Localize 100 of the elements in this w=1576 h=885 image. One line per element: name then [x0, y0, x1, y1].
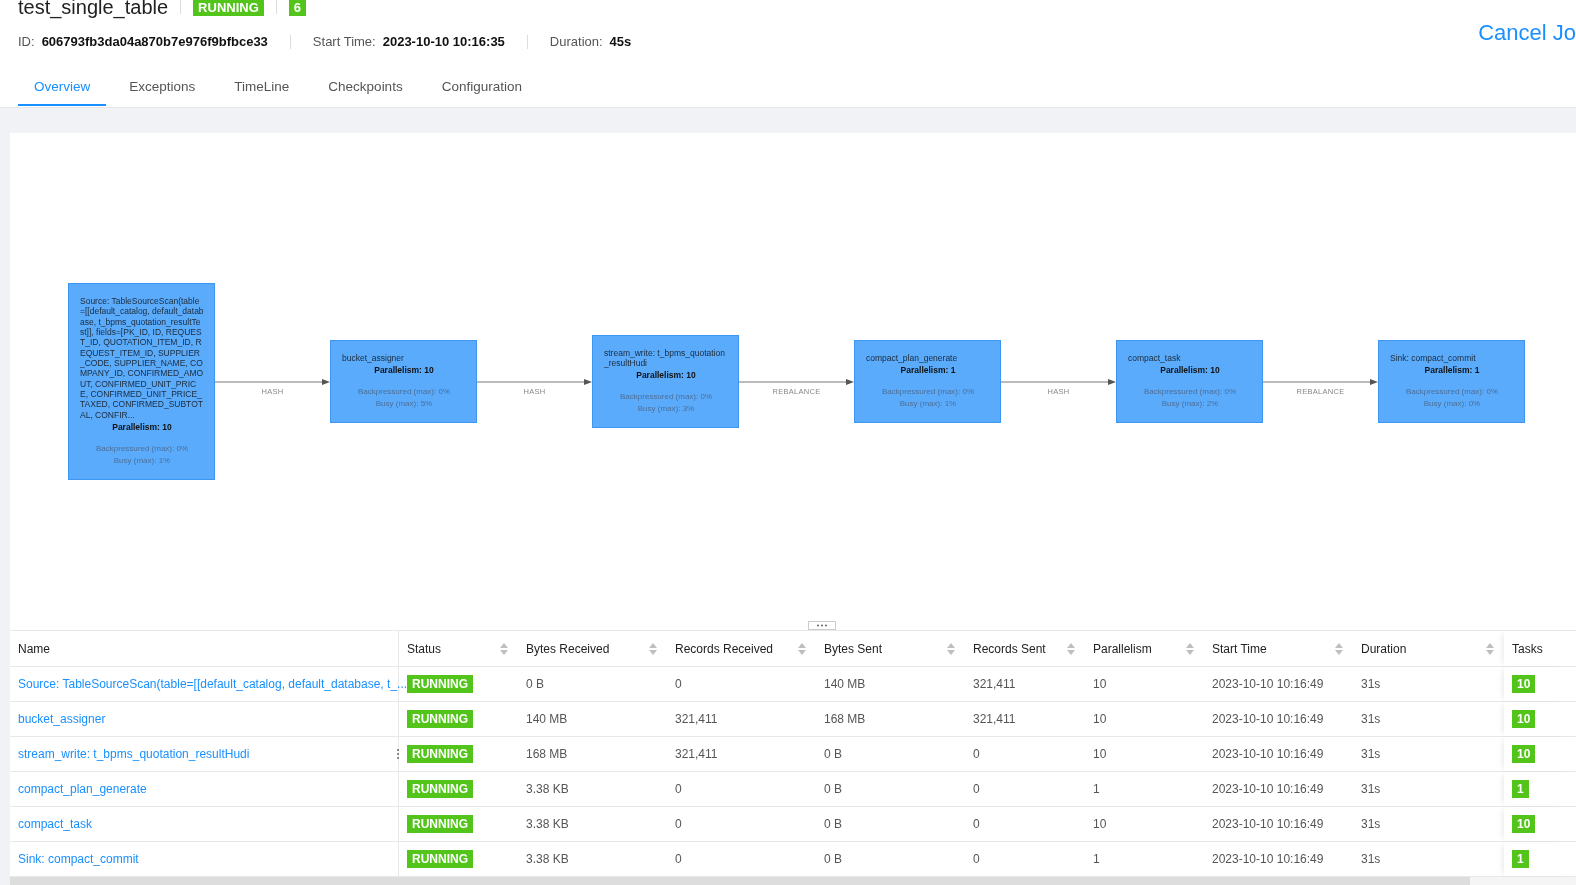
table-cell: 0 B [824, 782, 842, 796]
table-cell: 0 B [824, 747, 842, 761]
operator-node[interactable] [68, 282, 215, 481]
sort-icon[interactable] [649, 641, 657, 656]
node-busy: Busy (max): 3% [636, 404, 696, 414]
table-cell: 0 [675, 852, 682, 866]
node-busy: Busy (max): 1% [898, 399, 958, 409]
node-parallelism: Parallelism: 10 [373, 365, 435, 376]
task-count-badge: 10 [1512, 710, 1536, 728]
sort-icon[interactable] [1486, 641, 1494, 656]
table-cell: 0 B [824, 852, 842, 866]
column-header[interactable]: Records Received [667, 631, 816, 666]
table-cell: 2023-10-10 10:16:49 [1212, 747, 1324, 761]
table-cell: 321,411 [675, 747, 718, 761]
task-count-badge: 1 [1512, 850, 1529, 868]
node-backpressured: Backpressured (max): 0% [1405, 387, 1499, 397]
status-badge: RUNNING [407, 675, 473, 693]
node-backpressured: Backpressured (max): 0% [95, 444, 189, 454]
sort-icon[interactable] [1186, 641, 1194, 656]
scrollbar-thumb[interactable] [10, 877, 1470, 885]
table-cell: 1 [1093, 782, 1100, 796]
table-cell: 0 [973, 747, 980, 761]
start-time: 2023-10-10 10:16:35 [382, 34, 505, 49]
table-cell: 3.38 KB [526, 782, 569, 796]
table-cell: 31s [1361, 782, 1381, 796]
status-badge: RUNNING [407, 815, 473, 833]
column-resize-icon[interactable] [396, 747, 400, 761]
table-cell: 168 MB [824, 712, 866, 726]
task-count-badge: 10 [1512, 815, 1536, 833]
node-backpressured: Backpressured (max): 0% [619, 392, 713, 402]
table-cell: 0 [675, 817, 682, 831]
table-cell: 0 [973, 782, 980, 796]
duration: 45s [609, 34, 632, 49]
node-busy: Busy (max): 5% [374, 399, 434, 409]
column-header: Tasks [1504, 631, 1568, 666]
column-header[interactable]: Duration [1353, 631, 1504, 666]
column-header[interactable]: Status [399, 631, 518, 666]
table-cell: 10 [1093, 712, 1107, 726]
table-cell: 321,411 [973, 712, 1016, 726]
operator-node[interactable]: Sink: compact_commit Parallelism: 1 Backpressured (max): 0% Busy (max): 0% [1378, 339, 1525, 424]
operator-node[interactable]: compact_task Parallelism: 10 Backpressured (max): 0% Busy (max): 2% [1116, 339, 1263, 424]
table-cell: 3.38 KB [526, 817, 569, 831]
table-cell: 3.38 KB [526, 852, 569, 866]
status-badge: RUNNING [407, 710, 473, 728]
status-badge: RUNNING [407, 850, 473, 868]
table-cell: 140 MB [824, 677, 866, 691]
table-cell: 0 B [526, 677, 544, 691]
node-parallelism: Parallelism: 10 [635, 370, 697, 381]
node-name: Sink: compact_commit [1390, 352, 1477, 364]
table-cell: 168 MB [526, 747, 568, 761]
table-cell: 10 [1093, 677, 1107, 691]
column-header[interactable]: Start Time [1204, 631, 1353, 666]
sort-icon[interactable] [1067, 641, 1075, 656]
table-cell: 0 [675, 677, 682, 691]
column-header[interactable]: Bytes Sent [816, 631, 965, 666]
resize-handle-icon[interactable] [808, 621, 836, 630]
table-cell: 0 [973, 817, 980, 831]
node-name: compact_task [1128, 352, 1182, 364]
table-cell: 31s [1361, 817, 1381, 831]
node-parallelism: Parallelism: 1 [899, 365, 957, 376]
table-cell: 321,411 [973, 677, 1016, 691]
status-badge: RUNNING [193, 0, 264, 16]
task-count-badge: 10 [1512, 745, 1536, 763]
table-cell: 10 [1093, 817, 1107, 831]
column-header[interactable]: Records Sent [965, 631, 1085, 666]
tab[interactable]: TimeLine [218, 70, 306, 106]
column-header[interactable]: Bytes Received [518, 631, 667, 666]
tab[interactable]: Configuration [425, 70, 538, 106]
tab[interactable]: Exceptions [113, 70, 212, 106]
table-cell: 2023-10-10 10:16:49 [1212, 677, 1324, 691]
table-cell: 10 [1093, 747, 1107, 761]
table-cell: 140 MB [526, 712, 568, 726]
start-time-label: Start Time: [312, 34, 376, 49]
task-count-badge: 10 [1512, 675, 1536, 693]
column-header[interactable]: Parallelism [1085, 631, 1204, 666]
node-name: stream_write: t_bpms_quotation_resultHudi [604, 347, 726, 369]
table-cell: 2023-10-10 10:16:49 [1212, 712, 1324, 726]
operator-node[interactable]: bucket_assigner Parallelism: 10 Backpressured (max): 0% Busy (max): 5% [330, 339, 477, 424]
column-header: Name [10, 631, 399, 666]
node-name: bucket_assigner [342, 352, 405, 364]
task-count-badge: 1 [1512, 780, 1529, 798]
table-cell: 31s [1361, 712, 1381, 726]
table-cell: 2023-10-10 10:16:49 [1212, 852, 1324, 866]
operator-node[interactable]: compact_plan_generate Parallelism: 1 Backpressured (max): 0% Busy (max): 1% [854, 339, 1001, 424]
tab[interactable]: Checkpoints [312, 70, 419, 106]
node-parallelism: Parallelism: 10 [111, 422, 173, 433]
status-badge: RUNNING [407, 745, 473, 763]
table-cell: 31s [1361, 677, 1381, 691]
operator-node[interactable]: stream_write: t_bpms_quotation_resultHudi Parallelism: 10 Backpressured (max): 0% Busy (max): 3% [592, 334, 739, 429]
sort-icon[interactable] [947, 641, 955, 656]
table-cell: 0 [675, 782, 682, 796]
node-parallelism: Parallelism: 1 [1423, 365, 1481, 376]
table-cell: 2023-10-10 10:16:49 [1212, 817, 1324, 831]
sort-icon[interactable] [798, 641, 806, 656]
table-cell: 321,411 [675, 712, 718, 726]
sort-icon[interactable] [1335, 641, 1343, 656]
count-badge: 6 [288, 0, 306, 16]
id-label: ID: [18, 34, 35, 49]
sort-icon[interactable] [500, 641, 508, 656]
node-backpressured: Backpressured (max): 0% [881, 387, 975, 397]
